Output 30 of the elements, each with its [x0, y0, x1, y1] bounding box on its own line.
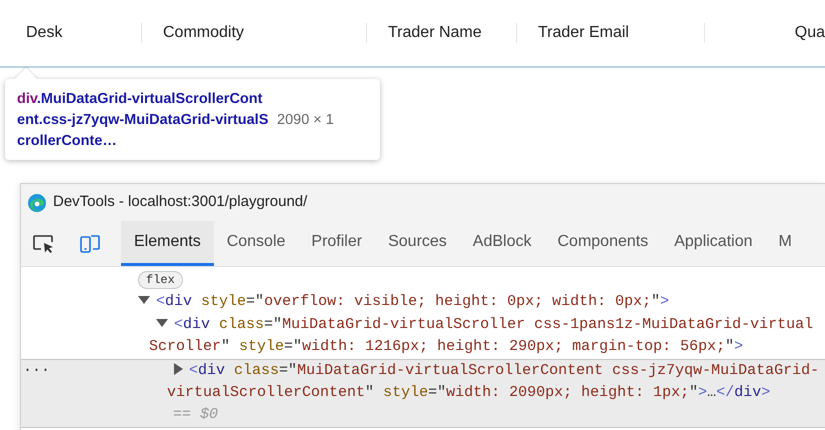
- inspect-element-icon[interactable]: [32, 232, 56, 254]
- flex-badge[interactable]: flex: [138, 271, 183, 289]
- code-line[interactable]: <div class="MuiDataGrid-virtualScrollerContent css-jz7yqw-MuiDataGrid-: [174, 360, 820, 382]
- code-line[interactable]: <div style="overflow: visible; height: 0px; width: 0px;">: [138, 291, 670, 314]
- column-header[interactable]: Trader Email: [538, 21, 629, 45]
- selected-node-marker: == $0: [173, 405, 218, 426]
- more-actions-icon[interactable]: ···: [23, 360, 50, 382]
- devtools-tab[interactable]: AdBlock: [460, 221, 544, 266]
- devtools-tab[interactable]: Application: [661, 221, 766, 266]
- code-line[interactable]: virtualScrollerContent" style="width: 2090px; height: 1px;">…</div>: [167, 382, 770, 404]
- collapse-triangle-icon[interactable]: [138, 296, 150, 304]
- devtools-tab[interactable]: M: [766, 221, 805, 266]
- devtools-tab[interactable]: Components: [544, 221, 662, 266]
- collapse-triangle-icon[interactable]: [156, 318, 168, 327]
- devtools-tab[interactable]: Console: [214, 221, 298, 266]
- device-toolbar-icon[interactable]: [78, 232, 102, 254]
- devtools-tab[interactable]: Sources: [375, 221, 460, 266]
- column-header[interactable]: Qua: [794, 21, 825, 45]
- window-title: DevTools - localhost:3001/playground/: [53, 192, 308, 212]
- devtools-tab[interactable]: Profiler: [298, 221, 376, 266]
- expand-triangle-icon[interactable]: [174, 362, 183, 375]
- element-size-text: 2090 × 1: [277, 110, 334, 130]
- browser-logo-icon: [27, 192, 47, 212]
- devtools-tab[interactable]: Elements: [121, 221, 214, 266]
- column-header[interactable]: Trader Name: [388, 21, 482, 45]
- code-line[interactable]: Scroller" style="width: 1216px; height: 290px; margin-top: 56px;">: [149, 336, 744, 359]
- column-header[interactable]: Commodity: [163, 21, 244, 45]
- element-selector-text: div.MuiDataGrid-virtualScrollerContent.css-jz7yqw-MuiDataGrid-virtualScrollerConte…: [17, 90, 269, 151]
- code-line[interactable]: <div class="MuiDataGrid-virtualScroller css-1pans1z-MuiDataGrid-virtual: [156, 314, 814, 336]
- column-header[interactable]: Desk: [26, 21, 62, 45]
